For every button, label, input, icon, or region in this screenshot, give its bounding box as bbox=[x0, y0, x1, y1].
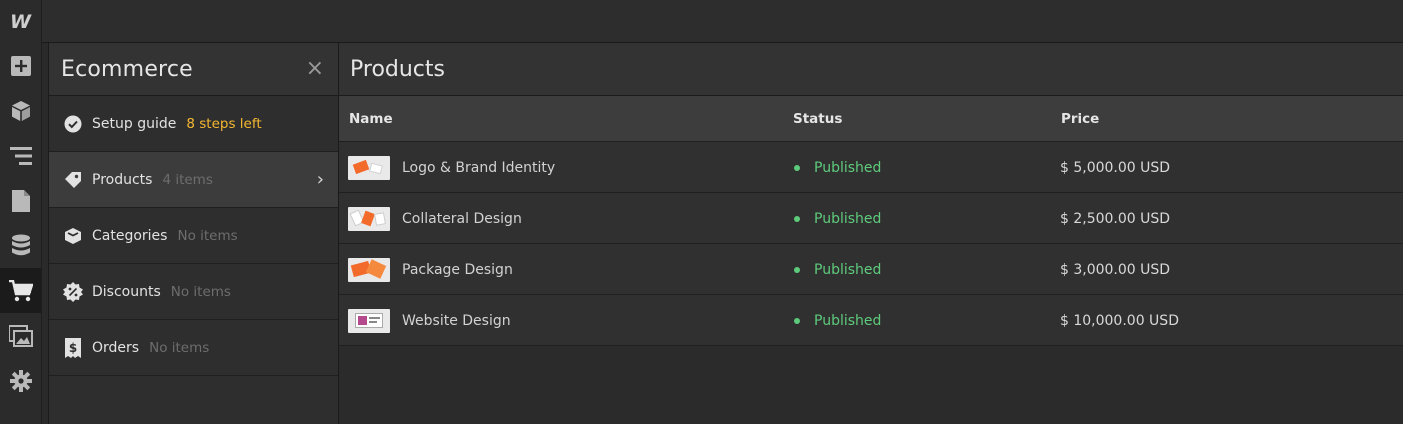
product-name: Package Design bbox=[402, 261, 513, 278]
panel-title: Ecommerce bbox=[61, 56, 193, 82]
product-name: Website Design bbox=[402, 312, 511, 329]
nav-item-label: Discounts bbox=[92, 283, 161, 300]
page-icon bbox=[11, 189, 30, 212]
table-row[interactable]: Collateral Design Published $ 2,500.00 U… bbox=[339, 193, 1403, 244]
product-thumbnail bbox=[348, 308, 390, 333]
table-row[interactable]: Package Design Published $ 3,000.00 USD bbox=[339, 244, 1403, 295]
chevron-right-icon: › bbox=[316, 169, 324, 190]
nav-item-meta: No items bbox=[177, 227, 238, 244]
tag-icon bbox=[63, 170, 83, 190]
panel-header: Ecommerce × bbox=[49, 43, 338, 96]
page-title: Products bbox=[350, 56, 445, 82]
column-header-price[interactable]: Price bbox=[1061, 111, 1099, 127]
status-badge: Published bbox=[814, 261, 882, 278]
nav-item-meta: 8 steps left bbox=[186, 115, 262, 132]
category-box-icon bbox=[63, 226, 83, 246]
nav-item-label: Setup guide bbox=[92, 115, 177, 132]
nav-item-label: Categories bbox=[92, 227, 168, 244]
assets-icon bbox=[8, 324, 33, 347]
table-row[interactable]: Website Design Published $ 10,000.00 USD bbox=[339, 295, 1403, 346]
nav-item-setup-guide[interactable]: Setup guide 8 steps left bbox=[49, 96, 338, 152]
column-header-name[interactable]: Name bbox=[349, 111, 393, 127]
svg-text:$: $ bbox=[69, 341, 77, 355]
ecommerce-button[interactable] bbox=[0, 268, 41, 313]
box-icon bbox=[11, 100, 30, 121]
product-thumbnail bbox=[348, 155, 390, 180]
cms-button[interactable] bbox=[0, 223, 41, 268]
check-circle-icon bbox=[63, 114, 83, 134]
close-icon[interactable]: × bbox=[306, 58, 324, 80]
product-price: $ 5,000.00 USD bbox=[1060, 159, 1171, 176]
product-thumbnail bbox=[348, 206, 390, 231]
table-header: Name Status Price bbox=[339, 96, 1403, 142]
ecommerce-panel: Ecommerce × Setup guide 8 steps left Pro… bbox=[49, 43, 339, 424]
status-badge: Published bbox=[814, 210, 882, 227]
product-price: $ 10,000.00 USD bbox=[1060, 312, 1179, 329]
product-price: $ 2,500.00 USD bbox=[1060, 210, 1171, 227]
status-dot bbox=[794, 215, 800, 222]
product-thumbnail bbox=[348, 257, 390, 282]
products-header: Products bbox=[339, 43, 1403, 96]
left-toolbar bbox=[0, 43, 42, 424]
add-elements-button[interactable] bbox=[0, 43, 41, 88]
top-bar: W bbox=[0, 0, 1403, 43]
assets-button[interactable] bbox=[0, 313, 41, 358]
products-view: Products Name Status Price Logo & Brand … bbox=[339, 43, 1403, 424]
discount-badge-icon bbox=[63, 281, 83, 302]
add-icon bbox=[10, 55, 31, 76]
database-icon bbox=[11, 234, 30, 255]
product-name: Collateral Design bbox=[402, 210, 522, 227]
webflow-logo[interactable]: W bbox=[0, 0, 42, 43]
product-price: $ 3,000.00 USD bbox=[1060, 261, 1171, 278]
status-badge: Published bbox=[814, 159, 882, 176]
navigator-button[interactable] bbox=[0, 133, 41, 178]
status-dot bbox=[794, 164, 800, 171]
panel-divider bbox=[42, 43, 49, 424]
pages-button[interactable] bbox=[0, 178, 41, 223]
symbols-button[interactable] bbox=[0, 88, 41, 133]
column-header-status[interactable]: Status bbox=[793, 111, 842, 127]
nav-item-products[interactable]: Products 4 items › bbox=[49, 152, 338, 208]
table-row[interactable]: Logo & Brand Identity Published $ 5,000.… bbox=[339, 142, 1403, 193]
nav-item-discounts[interactable]: Discounts No items bbox=[49, 264, 338, 320]
nav-item-label: Products bbox=[92, 171, 153, 188]
cart-icon bbox=[8, 279, 33, 301]
product-name: Logo & Brand Identity bbox=[402, 159, 556, 176]
nav-item-meta: No items bbox=[149, 339, 210, 356]
status-badge: Published bbox=[814, 312, 882, 329]
settings-button[interactable] bbox=[0, 358, 41, 403]
receipt-icon: $ bbox=[63, 337, 83, 358]
nav-item-categories[interactable]: Categories No items bbox=[49, 208, 338, 264]
logo-text: W bbox=[10, 10, 31, 33]
nav-item-meta: No items bbox=[170, 283, 231, 300]
nav-item-meta: 4 items bbox=[162, 171, 213, 188]
status-dot bbox=[794, 266, 800, 273]
gear-icon bbox=[9, 369, 32, 392]
navigator-icon bbox=[9, 146, 32, 165]
nav-item-orders[interactable]: $ Orders No items bbox=[49, 320, 338, 376]
nav-item-label: Orders bbox=[92, 339, 140, 356]
status-dot bbox=[794, 317, 800, 324]
